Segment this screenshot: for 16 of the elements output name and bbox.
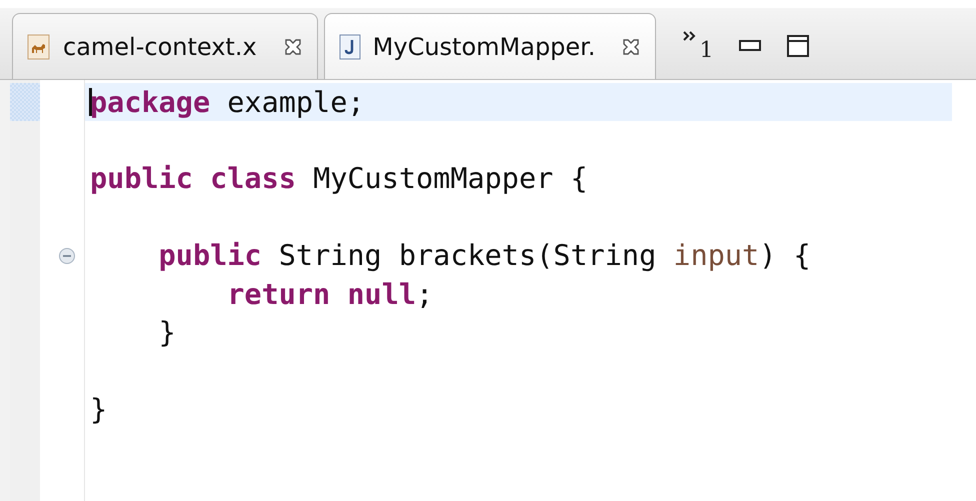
editor-tab[interactable]: MyCustomMapper.	[324, 13, 656, 79]
code-line: package example;	[90, 86, 365, 119]
fold-collapse-icon[interactable]	[58, 246, 76, 265]
code-line: public String brackets(String input) {	[158, 239, 811, 272]
hidden-tab-count: 1	[699, 38, 714, 62]
java-file-icon	[338, 34, 361, 60]
close-icon[interactable]	[282, 36, 303, 56]
camel-file-icon	[27, 34, 51, 60]
code-line: }	[90, 392, 108, 426]
close-icon[interactable]	[621, 36, 642, 56]
code-line: return null;	[226, 278, 434, 311]
editor-tab[interactable]: camel-context.x	[12, 13, 318, 79]
code-line: }	[158, 316, 176, 350]
maximize-icon[interactable]	[787, 35, 810, 57]
minimize-icon[interactable]	[739, 40, 762, 52]
code-line: public class MyCustomMapper {	[90, 162, 588, 196]
